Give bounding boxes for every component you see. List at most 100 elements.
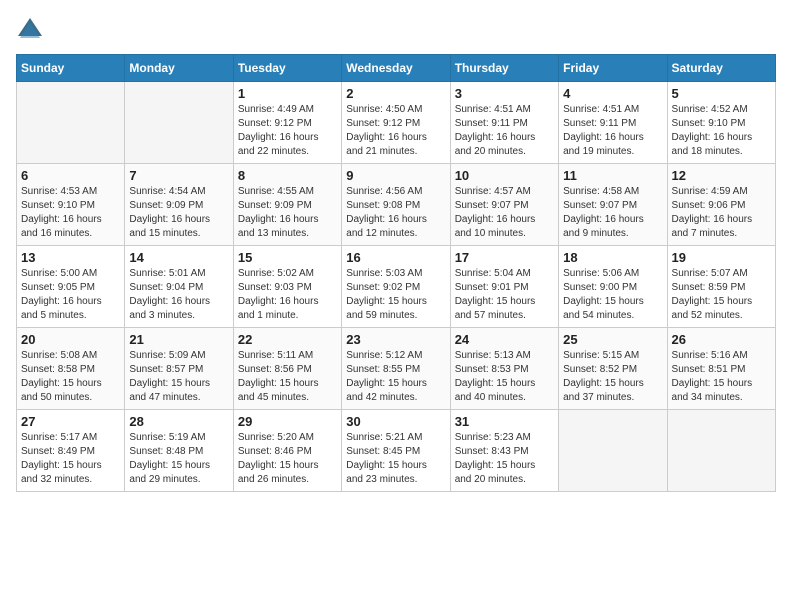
calendar-cell xyxy=(17,82,125,164)
calendar-week-row: 13 Sunrise: 5:00 AM Sunset: 9:05 PM Dayli… xyxy=(17,246,776,328)
day-number: 9 xyxy=(346,168,445,183)
day-number: 13 xyxy=(21,250,120,265)
day-number: 2 xyxy=(346,86,445,101)
day-number: 20 xyxy=(21,332,120,347)
calendar-cell: 7Sunrise: 4:54 AM Sunset: 9:09 PM Daylig… xyxy=(125,164,233,246)
logo xyxy=(16,16,46,44)
day-info: Sunrise: 5:00 AM Sunset: 9:05 PM Dayligh… xyxy=(21,267,120,323)
day-number: 25 xyxy=(563,332,662,347)
calendar-cell xyxy=(559,410,667,492)
day-info: Sunrise: 5:06 AM Sunset: 9:00 PM Dayligh… xyxy=(563,267,662,323)
calendar-cell: 3 Sunrise: 4:51 AM Sunset: 9:11 PM Daylig… xyxy=(450,82,558,164)
calendar-cell: 11 Sunrise: 4:58 AM Sunset: 9:07 PM Dayli… xyxy=(559,164,667,246)
calendar-cell: 31 Sunrise: 5:23 AM Sunset: 8:43 PM Dayli… xyxy=(450,410,558,492)
day-number: 26 xyxy=(672,332,771,347)
weekday-header: Monday xyxy=(125,55,233,82)
day-info: Sunrise: 4:56 AM Sunset: 9:08 PM Dayligh… xyxy=(346,185,445,241)
day-number: 24 xyxy=(455,332,554,347)
day-number: 22 xyxy=(238,332,337,347)
day-info: Sunrise: 5:04 AM Sunset: 9:01 PM Dayligh… xyxy=(455,267,554,323)
calendar-cell: 22 Sunrise: 5:11 AM Sunset: 8:56 PM Dayli… xyxy=(233,328,341,410)
calendar-cell: 23Sunrise: 5:12 AM Sunset: 8:55 PM Dayli… xyxy=(342,328,450,410)
day-number: 30 xyxy=(346,414,445,429)
day-number: 12 xyxy=(672,168,771,183)
calendar-cell: 14 Sunrise: 5:01 AM Sunset: 9:04 PM Dayli… xyxy=(125,246,233,328)
calendar-cell: 18 Sunrise: 5:06 AM Sunset: 9:00 PM Dayli… xyxy=(559,246,667,328)
calendar-header-row: SundayMondayTuesdayWednesdayThursdayFrid… xyxy=(17,55,776,82)
calendar-week-row: 27 Sunrise: 5:17 AM Sunset: 8:49 PM Dayli… xyxy=(17,410,776,492)
weekday-header: Thursday xyxy=(450,55,558,82)
calendar-cell: 29 Sunrise: 5:20 AM Sunset: 8:46 PM Dayli… xyxy=(233,410,341,492)
day-number: 16 xyxy=(346,250,445,265)
day-info: Sunrise: 5:16 AM Sunset: 8:51 PM Dayligh… xyxy=(672,349,771,405)
calendar-cell: 30 Sunrise: 5:21 AM Sunset: 8:45 PM Dayli… xyxy=(342,410,450,492)
calendar-cell: 16 Sunrise: 5:03 AM Sunset: 9:02 PM Dayli… xyxy=(342,246,450,328)
day-number: 5 xyxy=(672,86,771,101)
calendar-cell: 25 Sunrise: 5:15 AM Sunset: 8:52 PM Dayli… xyxy=(559,328,667,410)
day-info: Sunrise: 4:49 AM Sunset: 9:12 PM Dayligh… xyxy=(238,103,337,159)
day-info: Sunrise: 5:17 AM Sunset: 8:49 PM Dayligh… xyxy=(21,431,120,487)
day-info: Sunrise: 5:23 AM Sunset: 8:43 PM Dayligh… xyxy=(455,431,554,487)
day-number: 3 xyxy=(455,86,554,101)
calendar-cell xyxy=(125,82,233,164)
calendar-cell xyxy=(667,410,775,492)
calendar-cell: 20 Sunrise: 5:08 AM Sunset: 8:58 PM Dayli… xyxy=(17,328,125,410)
day-info: Sunrise: 5:03 AM Sunset: 9:02 PM Dayligh… xyxy=(346,267,445,323)
calendar-cell: 28 Sunrise: 5:19 AM Sunset: 8:48 PM Dayli… xyxy=(125,410,233,492)
day-info: Sunrise: 5:02 AM Sunset: 9:03 PM Dayligh… xyxy=(238,267,337,323)
weekday-header: Saturday xyxy=(667,55,775,82)
day-number: 8 xyxy=(238,168,337,183)
day-number: 15 xyxy=(238,250,337,265)
calendar-cell: 13 Sunrise: 5:00 AM Sunset: 9:05 PM Dayli… xyxy=(17,246,125,328)
calendar-cell: 2 Sunrise: 4:50 AM Sunset: 9:12 PM Daylig… xyxy=(342,82,450,164)
calendar-cell: 1 Sunrise: 4:49 AM Sunset: 9:12 PM Daylig… xyxy=(233,82,341,164)
day-number: 1 xyxy=(238,86,337,101)
day-number: 19 xyxy=(672,250,771,265)
day-info: Sunrise: 5:21 AM Sunset: 8:45 PM Dayligh… xyxy=(346,431,445,487)
day-info: Sunrise: 4:57 AM Sunset: 9:07 PM Dayligh… xyxy=(455,185,554,241)
day-number: 21 xyxy=(129,332,228,347)
weekday-header: Friday xyxy=(559,55,667,82)
day-number: 11 xyxy=(563,168,662,183)
calendar-cell: 19 Sunrise: 5:07 AM Sunset: 8:59 PM Dayli… xyxy=(667,246,775,328)
day-info: Sunrise: 5:01 AM Sunset: 9:04 PM Dayligh… xyxy=(129,267,228,323)
day-number: 23 xyxy=(346,332,445,347)
calendar-body: 1 Sunrise: 4:49 AM Sunset: 9:12 PM Daylig… xyxy=(17,82,776,492)
calendar-week-row: 1 Sunrise: 4:49 AM Sunset: 9:12 PM Daylig… xyxy=(17,82,776,164)
day-number: 31 xyxy=(455,414,554,429)
calendar-cell: 21 Sunrise: 5:09 AM Sunset: 8:57 PM Dayli… xyxy=(125,328,233,410)
day-info: Sunrise: 4:51 AM Sunset: 9:11 PM Dayligh… xyxy=(455,103,554,159)
day-info: Sunrise: 5:13 AM Sunset: 8:53 PM Dayligh… xyxy=(455,349,554,405)
day-info: Sunrise: 5:09 AM Sunset: 8:57 PM Dayligh… xyxy=(129,349,228,405)
day-number: 10 xyxy=(455,168,554,183)
day-info: Sunrise: 4:55 AM Sunset: 9:09 PM Dayligh… xyxy=(238,185,337,241)
day-info: Sunrise: 4:58 AM Sunset: 9:07 PM Dayligh… xyxy=(563,185,662,241)
day-info: Sunrise: 5:15 AM Sunset: 8:52 PM Dayligh… xyxy=(563,349,662,405)
calendar-cell: 8 Sunrise: 4:55 AM Sunset: 9:09 PM Daylig… xyxy=(233,164,341,246)
day-number: 17 xyxy=(455,250,554,265)
day-number: 6 xyxy=(21,168,120,183)
day-info: Sunrise: 4:50 AM Sunset: 9:12 PM Dayligh… xyxy=(346,103,445,159)
day-info: Sunrise: 5:08 AM Sunset: 8:58 PM Dayligh… xyxy=(21,349,120,405)
logo-icon xyxy=(16,16,44,44)
weekday-header: Wednesday xyxy=(342,55,450,82)
day-number: 27 xyxy=(21,414,120,429)
day-info: Sunrise: 5:07 AM Sunset: 8:59 PM Dayligh… xyxy=(672,267,771,323)
day-info: Sunrise: 5:19 AM Sunset: 8:48 PM Dayligh… xyxy=(129,431,228,487)
calendar-cell: 24 Sunrise: 5:13 AM Sunset: 8:53 PM Dayli… xyxy=(450,328,558,410)
calendar-table: SundayMondayTuesdayWednesdayThursdayFrid… xyxy=(16,54,776,492)
day-number: 18 xyxy=(563,250,662,265)
day-info: Sunrise: 4:51 AM Sunset: 9:11 PM Dayligh… xyxy=(563,103,662,159)
day-info: Sunrise: 5:20 AM Sunset: 8:46 PM Dayligh… xyxy=(238,431,337,487)
day-number: 29 xyxy=(238,414,337,429)
day-info: Sunrise: 4:59 AM Sunset: 9:06 PM Dayligh… xyxy=(672,185,771,241)
calendar-week-row: 6Sunrise: 4:53 AM Sunset: 9:10 PM Daylig… xyxy=(17,164,776,246)
calendar-week-row: 20 Sunrise: 5:08 AM Sunset: 8:58 PM Dayli… xyxy=(17,328,776,410)
calendar-cell: 12 Sunrise: 4:59 AM Sunset: 9:06 PM Dayli… xyxy=(667,164,775,246)
day-number: 28 xyxy=(129,414,228,429)
calendar-cell: 5Sunrise: 4:52 AM Sunset: 9:10 PM Daylig… xyxy=(667,82,775,164)
day-number: 14 xyxy=(129,250,228,265)
day-info: Sunrise: 5:11 AM Sunset: 8:56 PM Dayligh… xyxy=(238,349,337,405)
day-number: 4 xyxy=(563,86,662,101)
calendar-cell: 27 Sunrise: 5:17 AM Sunset: 8:49 PM Dayli… xyxy=(17,410,125,492)
